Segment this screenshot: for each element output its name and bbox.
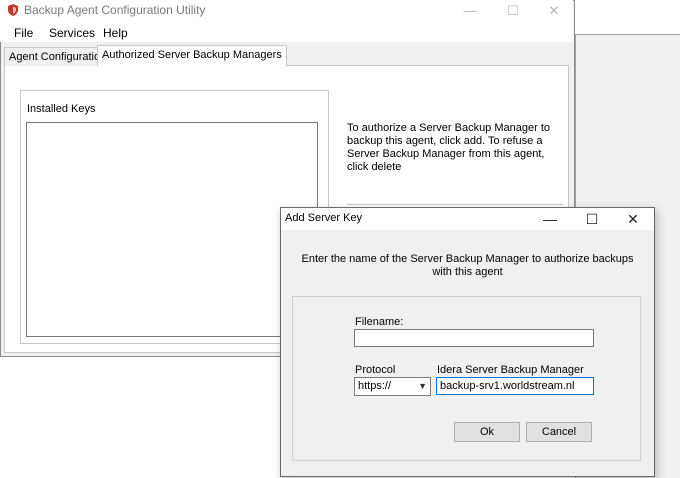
- manager-field[interactable]: backup-srv1.worldstream.nl: [436, 377, 594, 395]
- tab-agent-configuration[interactable]: Agent Configuration: [4, 47, 112, 66]
- ok-button[interactable]: Ok: [454, 422, 520, 442]
- protocol-select[interactable]: https:// ▼: [354, 377, 431, 396]
- maximize-icon[interactable]: ☐: [490, 0, 536, 22]
- menu-file[interactable]: File: [14, 26, 33, 40]
- installed-keys-label: Installed Keys: [27, 103, 96, 115]
- tab-authorized-server-backup-managers[interactable]: Authorized Server Backup Managers: [97, 45, 287, 66]
- protocol-label: Protocol: [355, 364, 396, 376]
- dialog-instruction: Enter the name of the Server Backup Mana…: [301, 253, 634, 278]
- protocol-value: https://: [358, 380, 392, 392]
- app-shield-icon: [8, 4, 18, 16]
- main-window-title: Backup Agent Configuration Utility: [24, 3, 206, 17]
- chevron-down-icon: ▼: [418, 381, 427, 391]
- filename-label: Filename:: [355, 316, 404, 328]
- dialog-maximize-icon[interactable]: ☐: [572, 208, 612, 230]
- dialog-title: Add Server Key: [285, 212, 363, 224]
- help-text: To authorize a Server Backup Manager to …: [347, 122, 551, 173]
- dialog-close-icon[interactable]: ✕: [613, 208, 653, 230]
- installed-keys-list[interactable]: [26, 122, 318, 337]
- menu-services[interactable]: Services: [49, 26, 95, 40]
- close-icon[interactable]: ✕: [531, 0, 577, 22]
- dialog-minimize-icon[interactable]: —: [530, 208, 570, 230]
- menu-help[interactable]: Help: [103, 26, 128, 40]
- filename-field[interactable]: [354, 329, 594, 347]
- manager-label: Idera Server Backup Manager: [437, 364, 584, 376]
- cancel-button[interactable]: Cancel: [526, 422, 592, 442]
- minimize-icon[interactable]: —: [447, 0, 493, 22]
